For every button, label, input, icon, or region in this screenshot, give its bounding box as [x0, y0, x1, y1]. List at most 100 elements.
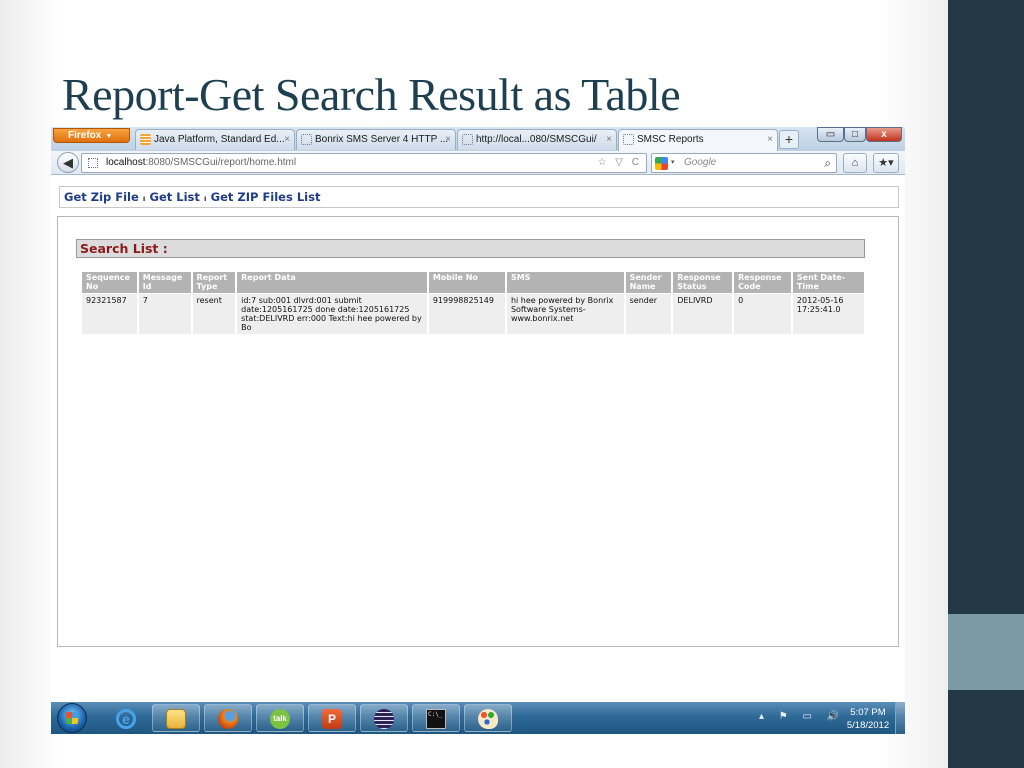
results-table: Sequence No Message Id Report Type Repor…	[80, 271, 866, 335]
tab-label: http://local...080/SMSCGui/	[476, 134, 597, 145]
command-prompt-icon: C:\_	[426, 709, 446, 729]
get-zip-file-link[interactable]: Get Zip File	[64, 190, 139, 204]
page-icon	[301, 134, 312, 145]
get-zip-files-list-link[interactable]: Get ZIP Files List	[211, 190, 321, 204]
command-prompt-taskbar-button[interactable]: C:\_	[412, 704, 460, 732]
column-header: SMS	[506, 272, 624, 293]
tab-smscgui[interactable]: http://local...080/SMSCGui/ ×	[457, 129, 617, 150]
column-header: Sent Date-Time	[792, 272, 864, 293]
table-cell: id:7 sub:001 dlvrd:001 submit date:12051…	[237, 294, 427, 334]
back-button[interactable]: ◀	[57, 152, 79, 173]
table-header-row: Sequence No Message Id Report Type Repor…	[82, 272, 864, 293]
table-cell: hi hee powered by Bonrix Software System…	[506, 294, 624, 334]
url-host: localhost	[106, 157, 146, 168]
link-separator: ı	[203, 194, 207, 203]
column-header: Sequence No	[82, 272, 137, 293]
firefox-menu-label: Firefox	[68, 130, 102, 141]
column-header: Report Type	[192, 272, 236, 293]
table-cell: 92321587	[82, 294, 137, 334]
windows-logo-icon	[66, 712, 78, 724]
tab-bonrix-sms-server[interactable]: Bonrix SMS Server 4 HTTP ... ×	[296, 129, 456, 150]
close-icon[interactable]: ×	[284, 130, 290, 149]
column-header: Report Data	[237, 272, 427, 293]
minimize-button[interactable]: ▭	[817, 127, 844, 142]
bookmarks-icon: ★▾	[878, 157, 894, 169]
navigation-bar: ◀ localhost:8080/SMSCGui/report/home.htm…	[51, 151, 905, 175]
new-tab-button[interactable]: +	[779, 130, 799, 149]
google-talk-taskbar-button[interactable]: talk	[256, 704, 304, 732]
close-icon[interactable]: ×	[445, 130, 451, 149]
maximize-button[interactable]: □	[844, 127, 866, 142]
tab-label: Java Platform, Standard Ed...	[154, 134, 285, 145]
slide-side-accent	[948, 614, 1024, 690]
table-cell: resent	[192, 294, 236, 334]
column-header: Message Id	[138, 272, 191, 293]
close-icon[interactable]: ×	[767, 130, 773, 149]
page-icon	[623, 134, 634, 145]
firefox-taskbar-button[interactable]	[204, 704, 252, 732]
search-placeholder: Google	[684, 157, 717, 168]
search-panel: Search List : Sequence No Message Id Rep…	[57, 216, 899, 647]
get-list-link[interactable]: Get List	[150, 190, 200, 204]
page-content: Get Zip File ı Get List ı Get ZIP Files List…	[51, 176, 905, 702]
start-button[interactable]	[57, 703, 87, 733]
eclipse-taskbar-button[interactable]	[360, 704, 408, 732]
chevron-down-icon: ▼	[105, 133, 113, 140]
system-tray: ▴ ⚑ ▭ 🔊 5:07 PM 5/18/2012	[751, 702, 905, 734]
show-desktop-button[interactable]	[895, 702, 905, 734]
file-explorer-taskbar-button[interactable]	[152, 704, 200, 732]
chevron-down-icon[interactable]: ▾	[671, 154, 675, 172]
powerpoint-taskbar-button[interactable]: P	[308, 704, 356, 732]
search-bar[interactable]: ▾ Google ⌕	[651, 153, 837, 173]
url-path: :8080/SMSCGui/report/home.html	[145, 157, 297, 168]
folder-icon	[166, 709, 186, 729]
eclipse-icon	[374, 709, 394, 729]
close-window-button[interactable]: x	[866, 127, 902, 142]
bookmarks-button[interactable]: ★▾	[873, 153, 899, 173]
tab-smsc-reports[interactable]: SMSC Reports ×	[618, 129, 778, 151]
address-bar[interactable]: localhost:8080/SMSCGui/report/home.html …	[81, 153, 647, 173]
browser-screenshot: Firefox ▼ Java Platform, Standard Ed... ×…	[51, 127, 905, 734]
column-header: Sender Name	[625, 272, 672, 293]
internet-explorer-icon: e	[116, 709, 136, 729]
firefox-icon	[218, 709, 238, 729]
table-cell: 0	[734, 294, 791, 334]
link-bar: Get Zip File ı Get List ı Get ZIP Files List	[59, 186, 899, 208]
tray-icons[interactable]: ▴ ⚑ ▭ 🔊	[759, 711, 845, 722]
search-list-header: Search List :	[76, 239, 865, 258]
table-cell: 7	[138, 294, 191, 334]
table-cell: sender	[625, 294, 672, 334]
table-cell: 919998825149	[428, 294, 505, 334]
tab-label: SMSC Reports	[637, 134, 704, 145]
page-icon	[462, 134, 473, 145]
table-cell: 2012-05-16 17:25:41.0	[792, 294, 864, 334]
clock-date[interactable]: 5/18/2012	[843, 720, 893, 731]
java-icon	[140, 134, 151, 145]
close-icon[interactable]: ×	[606, 130, 612, 149]
google-talk-icon: talk	[270, 709, 290, 729]
home-button[interactable]: ⌂	[843, 153, 867, 173]
table-row: 92321587 7 resent id:7 sub:001 dlvrd:001…	[82, 294, 864, 334]
windows-taskbar: e talk P C:\_ ▴ ⚑ ▭ 🔊 5:07 PM 5/18/2012	[51, 702, 905, 734]
paint-palette-icon	[478, 709, 498, 729]
internet-explorer-taskbar-button[interactable]: e	[102, 704, 150, 732]
paint-taskbar-button[interactable]	[464, 704, 512, 732]
table-cell: DELIVRD	[673, 294, 733, 334]
slide-title: Report-Get Search Result as Table	[62, 69, 681, 120]
column-header: Response Status	[673, 272, 733, 293]
search-icon[interactable]: ⌕	[824, 154, 831, 172]
tab-java-platform[interactable]: Java Platform, Standard Ed... ×	[135, 129, 295, 150]
column-header: Mobile No	[428, 272, 505, 293]
home-icon: ⌂	[851, 157, 859, 169]
back-arrow-icon: ◀	[63, 155, 73, 170]
link-separator: ı	[142, 194, 146, 203]
page-icon	[88, 158, 98, 168]
powerpoint-icon: P	[322, 709, 342, 729]
bookmark-star-icon[interactable]: ☆ ▽ C	[598, 154, 642, 172]
clock-time[interactable]: 5:07 PM	[843, 707, 893, 718]
firefox-menu-button[interactable]: Firefox ▼	[53, 128, 130, 143]
tab-strip: Firefox ▼ Java Platform, Standard Ed... ×…	[51, 127, 905, 151]
google-icon[interactable]	[655, 157, 668, 170]
tab-label: Bonrix SMS Server 4 HTTP ...	[315, 134, 449, 145]
column-header: Response Code	[734, 272, 791, 293]
